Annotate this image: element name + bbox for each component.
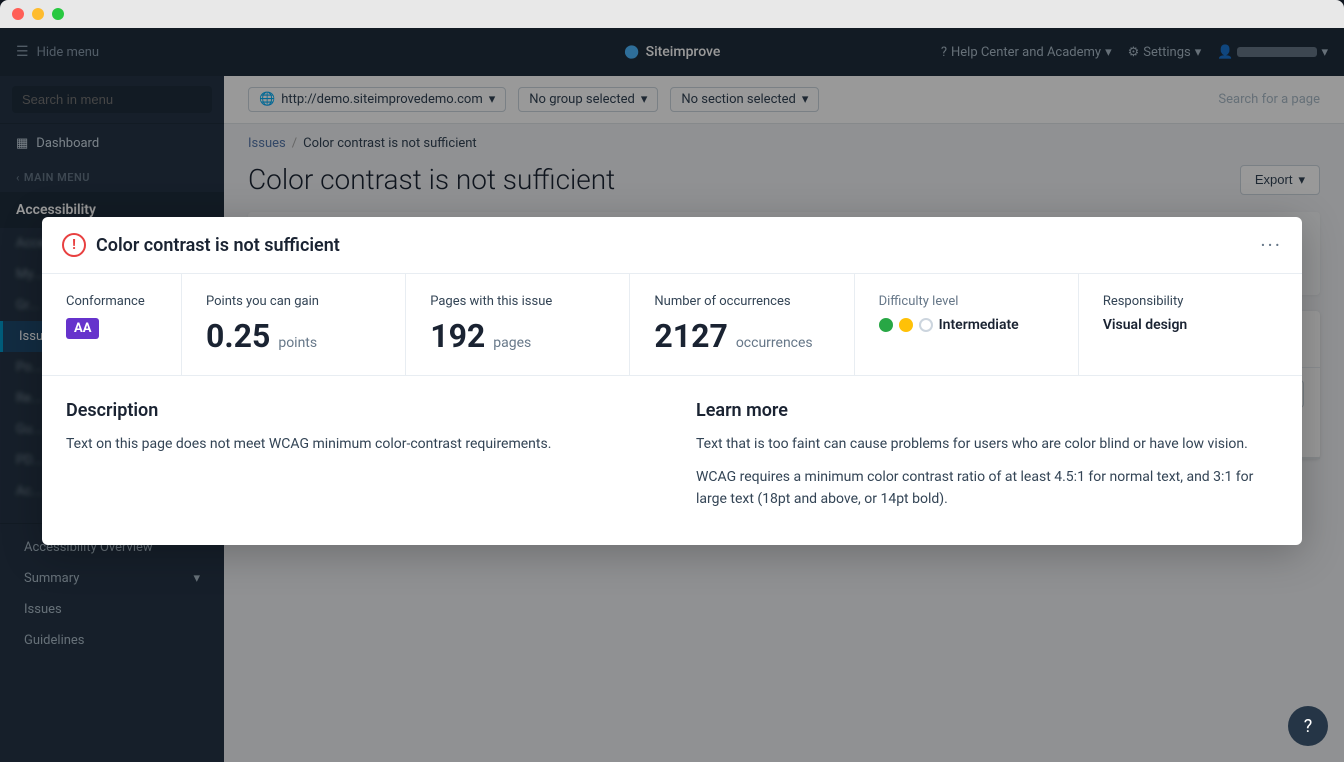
modal-body: Description Text on this page does not m…: [42, 376, 1302, 544]
pages-unit: pages: [493, 335, 531, 351]
difficulty-dot-3: [919, 318, 933, 332]
description-title: Description: [66, 400, 648, 421]
occurrences-label: Number of occurrences: [654, 294, 829, 309]
responsibility-value: Visual design: [1103, 317, 1278, 333]
points-value-container: 0.25 points: [206, 317, 381, 355]
points-unit: points: [278, 335, 317, 351]
learn-more-text-1: Text that is too faint can cause problem…: [696, 433, 1278, 455]
maximize-btn[interactable]: [52, 8, 64, 20]
occurrences-value: 2127: [654, 317, 727, 355]
occurrences-value-container: 2127 occurrences: [654, 317, 829, 355]
modal-dialog: ! Color contrast is not sufficient ··· C…: [42, 217, 1302, 544]
modal-header: ! Color contrast is not sufficient ···: [42, 217, 1302, 274]
modal-warning-icon: !: [62, 233, 86, 257]
difficulty-cell: Difficulty level Intermediate: [855, 274, 1079, 375]
difficulty-dot-2: [899, 318, 913, 332]
learn-more-title: Learn more: [696, 400, 1278, 421]
difficulty-text: Intermediate: [939, 317, 1019, 333]
points-value: 0.25: [206, 317, 270, 355]
conformance-label: Conformance: [66, 294, 157, 309]
responsibility-label: Responsibility: [1103, 294, 1278, 309]
modal-overlay[interactable]: ! Color contrast is not sufficient ··· C…: [0, 0, 1344, 762]
minimize-btn[interactable]: [32, 8, 44, 20]
pages-with-issue-label: Pages with this issue: [430, 294, 605, 309]
pages-cell: Pages with this issue 192 pages: [406, 274, 630, 375]
modal-title-text: Color contrast is not sufficient: [96, 235, 340, 256]
occurrences-cell: Number of occurrences 2127 occurrences: [630, 274, 854, 375]
help-fab-button[interactable]: ?: [1288, 706, 1328, 746]
stats-row: Conformance AA Points you can gain 0.25 …: [42, 274, 1302, 376]
close-btn[interactable]: [12, 8, 24, 20]
pages-value: 192: [430, 317, 485, 355]
description-text: Text on this page does not meet WCAG min…: [66, 433, 648, 455]
points-label: Points you can gain: [206, 294, 381, 309]
difficulty-dots: Intermediate: [879, 317, 1054, 333]
aa-badge: AA: [66, 318, 99, 339]
points-cell: Points you can gain 0.25 points: [182, 274, 406, 375]
occurrences-unit: occurrences: [736, 335, 813, 351]
window-chrome: [0, 0, 1344, 28]
difficulty-label: Difficulty level: [879, 294, 1054, 309]
description-column: Description Text on this page does not m…: [66, 400, 648, 520]
difficulty-dot-1: [879, 318, 893, 332]
modal-title-container: ! Color contrast is not sufficient: [62, 233, 340, 257]
modal-more-button[interactable]: ···: [1260, 233, 1282, 257]
conformance-cell: Conformance AA: [42, 274, 182, 375]
pages-value-container: 192 pages: [430, 317, 605, 355]
learn-more-column: Learn more Text that is too faint can ca…: [696, 400, 1278, 520]
learn-more-text-2: WCAG requires a minimum color contrast r…: [696, 466, 1278, 511]
responsibility-cell: Responsibility Visual design: [1079, 274, 1302, 375]
